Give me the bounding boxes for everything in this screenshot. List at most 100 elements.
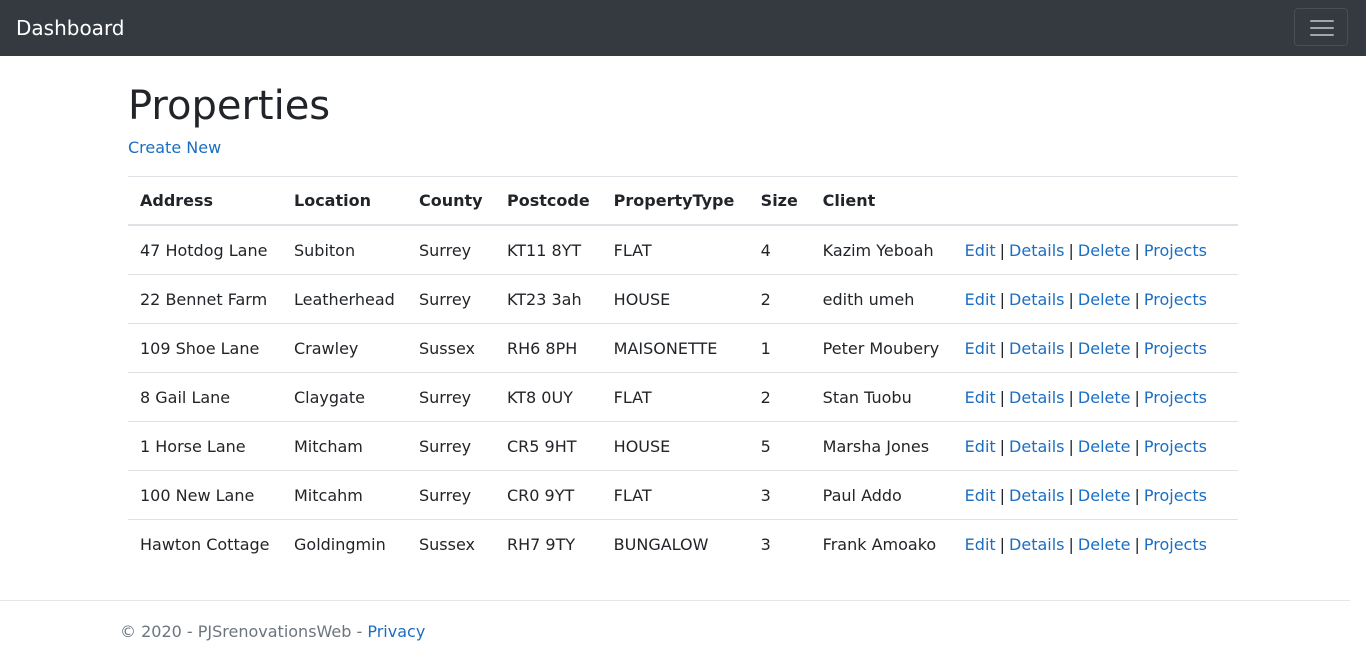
cell-address: 47 Hotdog Lane [128, 224, 282, 275]
cell-size: 5 [748, 421, 811, 471]
edit-link[interactable]: Edit [965, 388, 996, 407]
cell-actions: Edit | Details | Delete | Projects [952, 470, 1238, 520]
edit-link[interactable]: Edit [965, 437, 996, 456]
header-propertytype: PropertyType [601, 176, 749, 226]
projects-link[interactable]: Projects [1144, 437, 1207, 456]
delete-link[interactable]: Delete [1078, 339, 1131, 358]
projects-link[interactable]: Projects [1144, 339, 1207, 358]
details-link[interactable]: Details [1009, 241, 1064, 260]
table-row: Hawton Cottage Goldingmin Sussex RH7 9TY BUN… [128, 519, 1238, 568]
cell-location: Mitcham [282, 421, 407, 471]
details-link[interactable]: Details [1009, 437, 1064, 456]
cell-type: HOUSE [601, 421, 749, 471]
table-row: 100 New Lane Mitcahm Surrey CR0 9YT FLAT 3 Pau… [128, 470, 1238, 520]
details-link[interactable]: Details [1009, 339, 1064, 358]
action-separator: | [1068, 534, 1074, 554]
cell-size: 3 [748, 470, 811, 520]
edit-link[interactable]: Edit [965, 486, 996, 505]
delete-link[interactable]: Delete [1078, 535, 1131, 554]
cell-county: Sussex [407, 519, 495, 568]
details-link[interactable]: Details [1009, 388, 1064, 407]
action-separator: | [999, 485, 1006, 505]
projects-link[interactable]: Projects [1144, 388, 1207, 407]
table-row: 47 Hotdog Lane Subiton Surrey KT11 8YT FLAT 4… [128, 224, 1238, 275]
page-title: Properties [128, 83, 331, 129]
cell-address: 8 Gail Lane [128, 372, 282, 422]
table-row: 1 Horse Lane Mitcham Surrey CR5 9HT HOUSE 5 Ma… [128, 421, 1238, 471]
cell-size: 2 [748, 372, 811, 422]
cell-county: Sussex [407, 323, 495, 373]
projects-link[interactable]: Projects [1144, 486, 1207, 505]
edit-link[interactable]: Edit [965, 241, 996, 260]
cell-type: FLAT [601, 470, 749, 520]
action-separator: | [999, 436, 1006, 456]
action-separator: | [1134, 289, 1140, 309]
projects-link[interactable]: Projects [1144, 535, 1207, 554]
table-row: 109 Shoe Lane Crawley Sussex RH6 8PH MAISONE… [128, 323, 1238, 373]
action-separator: | [1134, 534, 1140, 554]
cell-county: Surrey [407, 274, 495, 324]
delete-link[interactable]: Delete [1078, 437, 1131, 456]
edit-link[interactable]: Edit [965, 339, 996, 358]
details-link[interactable]: Details [1009, 535, 1064, 554]
action-separator: | [1134, 387, 1140, 407]
cell-county: Surrey [407, 421, 495, 471]
cell-location: Crawley [282, 323, 407, 373]
cell-size: 4 [748, 224, 811, 275]
cell-county: Surrey [407, 470, 495, 520]
cell-postcode: CR0 9YT [495, 470, 602, 520]
cell-location: Claygate [282, 372, 407, 422]
privacy-link[interactable]: Privacy [367, 622, 425, 641]
cell-actions: Edit | Details | Delete | Projects [952, 372, 1238, 422]
header-postcode: Postcode [495, 176, 602, 226]
cell-client: Peter Moubery [810, 323, 953, 373]
navbar-brand[interactable]: Dashboard [16, 14, 125, 42]
cell-county: Surrey [407, 224, 495, 275]
cell-address: 22 Bennet Farm [128, 274, 282, 324]
action-separator: | [1068, 338, 1074, 358]
navbar: Dashboard [0, 0, 1366, 56]
delete-link[interactable]: Delete [1078, 486, 1131, 505]
table-header-row: Address Location County Postcode Propert… [128, 176, 1238, 226]
details-link[interactable]: Details [1009, 290, 1064, 309]
action-separator: | [999, 387, 1006, 407]
cell-postcode: RH6 8PH [495, 323, 602, 373]
cell-address: 109 Shoe Lane [128, 323, 282, 373]
cell-postcode: KT23 3ah [495, 274, 602, 324]
projects-link[interactable]: Projects [1144, 290, 1207, 309]
hamburger-icon [1310, 20, 1334, 22]
table-row: 8 Gail Lane Claygate Surrey KT8 0UY FLAT 2 Sta… [128, 372, 1238, 422]
action-separator: | [1134, 240, 1140, 260]
action-separator: | [1134, 436, 1140, 456]
edit-link[interactable]: Edit [965, 535, 996, 554]
cell-client: edith umeh [810, 274, 953, 324]
cell-size: 1 [748, 323, 811, 373]
create-new-link[interactable]: Create New [128, 138, 221, 158]
header-address: Address [128, 176, 282, 226]
cell-postcode: KT11 8YT [495, 224, 602, 275]
cell-client: Marsha Jones [810, 421, 953, 471]
cell-address: 100 New Lane [128, 470, 282, 520]
action-separator: | [999, 289, 1006, 309]
cell-type: FLAT [601, 372, 749, 422]
properties-table: Address Location County Postcode Propert… [128, 176, 1238, 568]
action-separator: | [999, 338, 1006, 358]
cell-actions: Edit | Details | Delete | Projects [952, 421, 1238, 471]
header-county: County [407, 176, 495, 226]
cell-actions: Edit | Details | Delete | Projects [952, 274, 1238, 324]
action-separator: | [1134, 338, 1140, 358]
navbar-toggler-button[interactable] [1294, 8, 1348, 46]
cell-county: Surrey [407, 372, 495, 422]
delete-link[interactable]: Delete [1078, 290, 1131, 309]
hamburger-icon-bar [1310, 27, 1334, 29]
cell-client: Stan Tuobu [810, 372, 953, 422]
cell-type: BUNGALOW [601, 519, 749, 568]
edit-link[interactable]: Edit [965, 290, 996, 309]
cell-client: Paul Addo [810, 470, 953, 520]
delete-link[interactable]: Delete [1078, 241, 1131, 260]
projects-link[interactable]: Projects [1144, 241, 1207, 260]
header-location: Location [282, 176, 407, 226]
cell-size: 3 [748, 519, 811, 568]
delete-link[interactable]: Delete [1078, 388, 1131, 407]
details-link[interactable]: Details [1009, 486, 1064, 505]
